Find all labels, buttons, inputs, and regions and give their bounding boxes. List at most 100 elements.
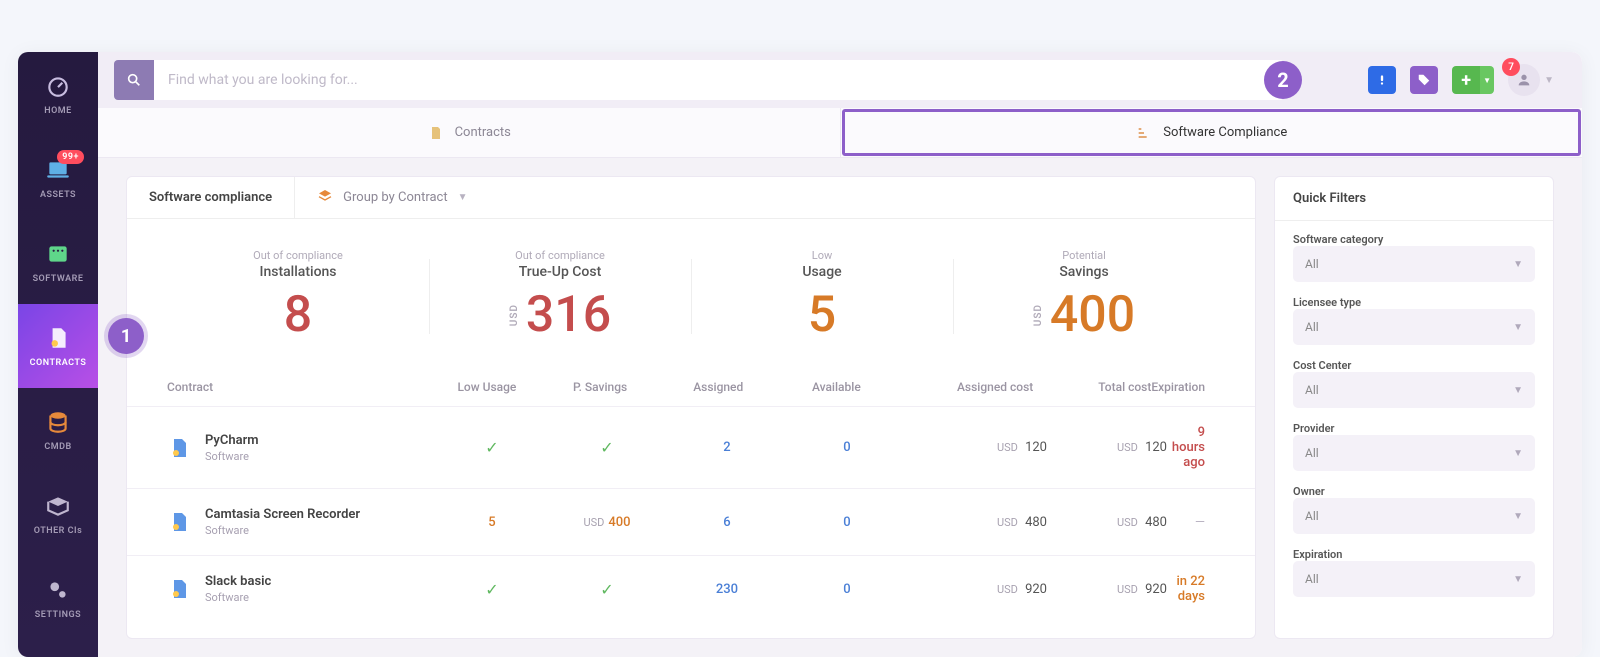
- avatar-badge: 7: [1502, 58, 1520, 76]
- check-icon: ✓: [485, 580, 498, 599]
- sidebar-label-othercis: OTHER CIs: [34, 526, 83, 536]
- caret-down-icon: ▼: [1544, 75, 1554, 86]
- sidebar-label-assets: ASSETS: [40, 190, 76, 200]
- step-one-marker: 1: [108, 318, 144, 354]
- filter-licensee[interactable]: All▼: [1293, 309, 1535, 345]
- contracts-tab-icon: [427, 124, 445, 142]
- cell-assigned-cost: USD 480: [907, 515, 1047, 530]
- cell-low-usage: ✓: [437, 438, 547, 457]
- sidebar-item-home[interactable]: HOME: [18, 52, 98, 136]
- cell-psavings: USD400: [547, 515, 667, 530]
- filter-costcenter[interactable]: All▼: [1293, 372, 1535, 408]
- search-icon: [126, 72, 142, 88]
- filter-label-licensee: Licensee type: [1293, 296, 1535, 309]
- add-dropdown[interactable]: ▼: [1480, 66, 1494, 94]
- kpi-low-usage: Low Usage 5: [691, 249, 953, 344]
- tag-icon: [1417, 73, 1431, 87]
- sidebar-label-cmdb: CMDB: [44, 442, 71, 452]
- search-button[interactable]: [114, 60, 154, 100]
- step-two-marker: 2: [1264, 61, 1302, 99]
- cell-low-usage: 5: [437, 515, 547, 530]
- cell-expiration: in 22 days: [1167, 574, 1215, 604]
- notifications-button[interactable]: [1368, 66, 1396, 94]
- cell-total-cost: USD 120: [1047, 440, 1167, 455]
- plus-icon: +: [1461, 70, 1471, 91]
- sidebar: HOME 99+ ASSETS SOFTWARE CONTRACTS CMD: [18, 52, 98, 657]
- table-body: PyCharmSoftware✓✓20USD 120USD 1209 hours…: [127, 406, 1255, 622]
- app-icon: [44, 240, 72, 268]
- chevron-down-icon: ▼: [1513, 322, 1523, 333]
- tab-contracts[interactable]: Contracts: [98, 108, 840, 157]
- chevron-down-icon: ▼: [1513, 385, 1523, 396]
- cell-total-cost: USD 480: [1047, 515, 1167, 530]
- cell-assigned-cost: USD 920: [907, 582, 1047, 597]
- sidebar-label-software: SOFTWARE: [33, 274, 84, 284]
- tag-button[interactable]: [1410, 66, 1438, 94]
- tab-compliance-label: Software Compliance: [1163, 125, 1287, 140]
- table-row[interactable]: Slack basicSoftware✓✓2300USD 920USD 920i…: [127, 555, 1255, 622]
- tab-software-compliance[interactable]: Software Compliance: [840, 108, 1583, 157]
- filter-label-owner: Owner: [1293, 485, 1535, 498]
- contract-name: Camtasia Screen Recorder: [205, 507, 360, 522]
- alert-icon: [1375, 73, 1389, 87]
- contract-row-icon: [167, 510, 191, 534]
- kpi-trueup-cost: Out of compliance True-Up Cost USD316: [429, 249, 691, 344]
- chevron-down-icon: ▼: [458, 192, 468, 203]
- table-row[interactable]: PyCharmSoftware✓✓20USD 120USD 1209 hours…: [127, 406, 1255, 488]
- cell-total-cost: USD 920: [1047, 582, 1167, 597]
- filter-category[interactable]: All▼: [1293, 246, 1535, 282]
- contract-sub: Software: [205, 591, 271, 604]
- caret-down-icon: ▼: [1483, 76, 1491, 85]
- sidebar-label-contracts: CONTRACTS: [30, 358, 87, 368]
- check-icon: ✓: [485, 438, 498, 457]
- sidebar-item-cmdb[interactable]: CMDB: [18, 388, 98, 472]
- user-menu[interactable]: 7 ▼: [1508, 64, 1554, 96]
- panel-tab-compliance[interactable]: Software compliance: [127, 177, 295, 218]
- cell-expiration: —: [1167, 515, 1215, 530]
- cell-psavings: ✓: [547, 580, 667, 599]
- gears-icon: [44, 576, 72, 604]
- compliance-tab-icon: [1135, 124, 1153, 142]
- cell-available[interactable]: 0: [787, 582, 907, 597]
- filters-title: Quick Filters: [1275, 177, 1553, 221]
- table-row[interactable]: Camtasia Screen RecorderSoftware5USD4006…: [127, 488, 1255, 555]
- search-input[interactable]: [154, 60, 1284, 100]
- contract-name: PyCharm: [205, 433, 259, 448]
- group-by-dropdown[interactable]: Group by Contract ▼: [295, 177, 489, 218]
- sidebar-item-software[interactable]: SOFTWARE: [18, 220, 98, 304]
- assets-badge: 99+: [57, 150, 84, 164]
- gauge-icon: [44, 72, 72, 100]
- cell-low-usage: ✓: [437, 580, 547, 599]
- filter-owner[interactable]: All▼: [1293, 498, 1535, 534]
- kpi-installations: Out of compliance Installations 8: [167, 249, 429, 344]
- sidebar-item-settings[interactable]: SETTINGS: [18, 556, 98, 640]
- sidebar-item-assets[interactable]: 99+ ASSETS: [18, 136, 98, 220]
- filter-expiration[interactable]: All▼: [1293, 561, 1535, 597]
- tab-contracts-label: Contracts: [455, 125, 511, 140]
- sidebar-item-othercis[interactable]: OTHER CIs: [18, 472, 98, 556]
- cell-available[interactable]: 0: [787, 515, 907, 530]
- cell-available[interactable]: 0: [787, 440, 907, 455]
- cell-psavings: ✓: [547, 438, 667, 457]
- topbar: 2 + ▼ 7 ▼: [98, 52, 1582, 108]
- contract-name: Slack basic: [205, 574, 271, 589]
- sidebar-label-home: HOME: [44, 106, 72, 116]
- chevron-down-icon: ▼: [1513, 259, 1523, 270]
- cell-assigned[interactable]: 6: [667, 515, 787, 530]
- filter-label-expiration: Expiration: [1293, 548, 1535, 561]
- sidebar-item-contracts[interactable]: CONTRACTS: [18, 304, 98, 388]
- contract-row-icon: [167, 577, 191, 601]
- filter-label-category: Software category: [1293, 233, 1535, 246]
- group-by-label: Group by Contract: [343, 190, 447, 205]
- check-icon: ✓: [600, 580, 613, 599]
- user-icon: [1516, 72, 1532, 88]
- database-icon: [44, 408, 72, 436]
- kpi-savings: Potential Savings USD400: [953, 249, 1215, 344]
- table-header: Contract Low Usage P. Savings Assigned A…: [127, 362, 1255, 406]
- subtabs: Contracts Software Compliance: [98, 108, 1582, 158]
- filter-provider[interactable]: All▼: [1293, 435, 1535, 471]
- add-button[interactable]: + ▼: [1452, 66, 1494, 94]
- cell-assigned[interactable]: 2: [667, 440, 787, 455]
- cell-assigned[interactable]: 230: [667, 582, 787, 597]
- contract-sub: Software: [205, 450, 259, 463]
